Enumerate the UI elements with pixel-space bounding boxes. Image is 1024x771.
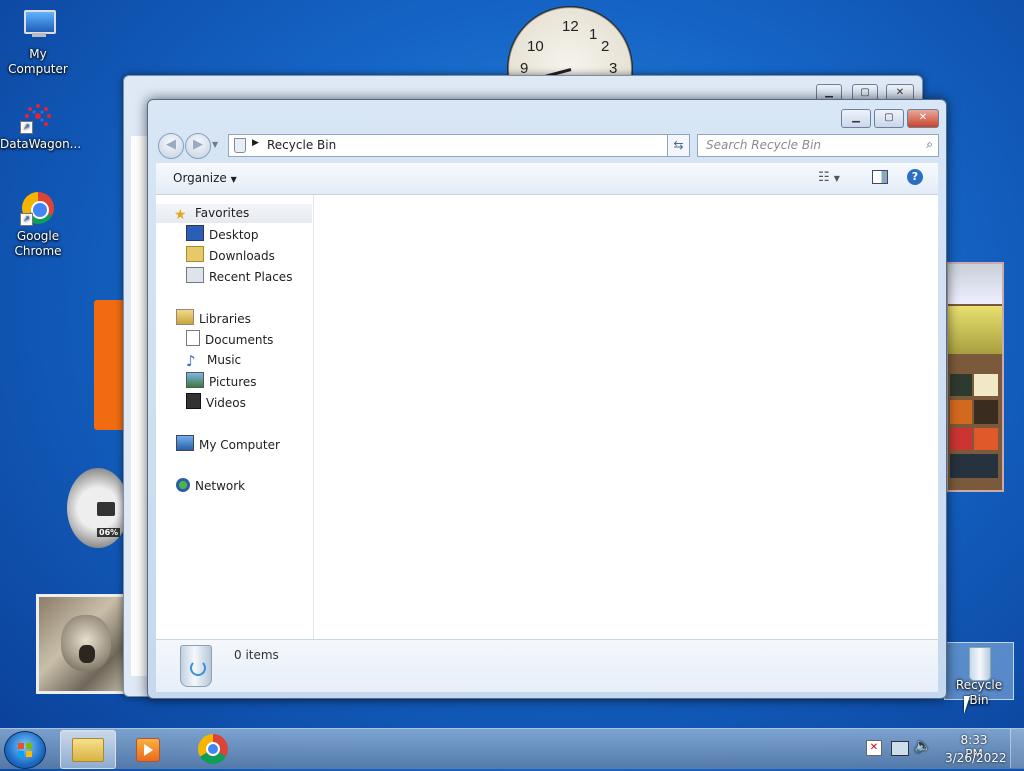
taskbar-chrome-button[interactable]	[186, 730, 240, 767]
desktop-icon-label: Google Chrome	[14, 229, 62, 258]
desktop-icon-datawagon[interactable]: ↗ DataWagon...	[0, 98, 82, 152]
nav-videos[interactable]: Videos	[186, 393, 246, 412]
refresh-button[interactable]: ⇆	[667, 134, 690, 157]
organize-menu[interactable]: Organize ▼	[173, 171, 237, 185]
clock-number: 2	[601, 38, 610, 55]
start-button[interactable]	[4, 731, 46, 769]
action-center-icon[interactable]: ✕	[866, 740, 882, 756]
nav-network[interactable]: Network	[176, 477, 245, 496]
desktop-icon-google-chrome[interactable]: ↗ Google Chrome	[0, 190, 76, 259]
downloads-folder-icon	[186, 246, 204, 262]
network-tray-icon[interactable]	[891, 741, 909, 756]
picture-puzzle-gadget[interactable]	[946, 262, 1004, 492]
nav-favorites[interactable]: ★ Favorites	[156, 204, 312, 223]
command-bar: Organize ▼ ☷ ▼ ?	[156, 163, 938, 195]
libraries-icon	[176, 309, 194, 325]
recent-places-icon	[186, 267, 204, 283]
nav-desktop[interactable]: Desktop	[186, 225, 259, 244]
item-count: 0 items	[234, 648, 279, 662]
recycle-bin-large-icon	[180, 645, 212, 687]
organize-label: Organize	[173, 171, 227, 185]
desktop-icon-recycle-bin[interactable]: Recycle Bin	[944, 642, 1014, 707]
search-box[interactable]: Search Recycle Bin ⌕	[697, 134, 939, 157]
network-icon	[176, 478, 190, 492]
nav-libraries[interactable]: Libraries	[176, 309, 251, 328]
nav-music[interactable]: ♪ Music	[186, 351, 241, 370]
recycle-bin-small-icon	[234, 138, 246, 153]
recycle-bin-icon	[961, 645, 997, 681]
cpu-meter-value: 06%	[97, 528, 121, 537]
recycle-bin-window[interactable]: ▁ ▢ ✕ ◀ ▶ ▼ ▶ Recycle Bin ▼ ⇆ Search Rec…	[147, 99, 947, 699]
preview-pane-icon[interactable]	[872, 170, 888, 184]
media-player-icon	[136, 738, 160, 762]
minimize-button[interactable]: ▁	[841, 109, 871, 128]
chrome-icon	[198, 734, 228, 764]
address-bar[interactable]: ▶ Recycle Bin ▼	[228, 134, 690, 157]
nav-my-computer[interactable]: My Computer	[176, 435, 280, 454]
music-icon: ♪	[186, 352, 196, 370]
nav-documents[interactable]: Documents	[186, 330, 273, 349]
recent-pages-dropdown-icon[interactable]: ▼	[212, 140, 218, 149]
desktop-icon-my-computer[interactable]: My Computer	[0, 8, 76, 77]
desktop-icon-label: My Computer	[8, 47, 68, 76]
breadcrumb-arrow-icon[interactable]: ▶	[252, 138, 259, 148]
taskbar-media-player-button[interactable]	[122, 730, 176, 767]
desktop-icon-label: Recycle Bin	[955, 678, 1003, 707]
clock-number: 12	[562, 18, 579, 35]
clock-date[interactable]: 3/26/2022	[945, 751, 1007, 765]
desktop-icon-label: DataWagon...	[0, 137, 82, 151]
computer-icon	[176, 435, 194, 451]
nav-downloads[interactable]: Downloads	[186, 246, 275, 265]
search-icon[interactable]: ⌕	[926, 137, 933, 152]
show-desktop-button[interactable]	[1010, 729, 1024, 768]
nav-recent-places[interactable]: Recent Places	[186, 267, 292, 286]
clock-number: 1	[589, 26, 598, 43]
back-button[interactable]: ◀	[158, 133, 184, 159]
change-view-icon[interactable]: ☷ ▼	[818, 170, 840, 185]
computer-icon	[20, 8, 56, 44]
nav-pictures[interactable]: Pictures	[186, 372, 257, 391]
clock-number: 10	[527, 38, 544, 55]
datawagon-icon: ↗	[20, 98, 56, 134]
cpu-meter-gadget[interactable]: 06%	[67, 468, 129, 548]
volume-icon[interactable]: 🔈	[914, 738, 931, 754]
search-input[interactable]: Search Recycle Bin	[706, 138, 821, 152]
forward-button[interactable]: ▶	[185, 133, 211, 159]
star-icon: ★	[174, 207, 187, 223]
mouse-cursor-icon	[964, 696, 970, 714]
pictures-icon	[186, 372, 204, 388]
chrome-icon: ↗	[20, 190, 56, 226]
maximize-button[interactable]: ▢	[874, 109, 904, 128]
windows-logo-icon	[18, 743, 32, 757]
details-pane: 0 items	[156, 639, 938, 692]
taskbar-explorer-button[interactable]	[60, 730, 116, 769]
content-pane: ★ Favorites Desktop Downloads Recent Plac…	[156, 195, 938, 639]
documents-icon	[186, 330, 200, 346]
desktop-icon	[186, 225, 204, 241]
close-button[interactable]: ✕	[907, 109, 939, 128]
breadcrumb-recycle-bin[interactable]: Recycle Bin	[267, 138, 336, 152]
videos-icon	[186, 393, 201, 409]
folder-icon	[72, 738, 104, 762]
help-icon[interactable]: ?	[907, 169, 923, 185]
file-list-area[interactable]	[314, 195, 938, 639]
navigation-pane: ★ Favorites Desktop Downloads Recent Plac…	[156, 195, 314, 639]
